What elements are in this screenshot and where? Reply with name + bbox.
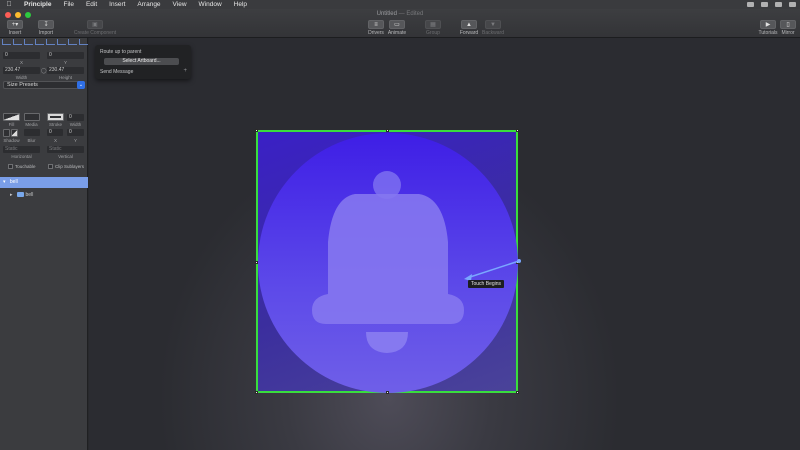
touch-begins-label[interactable]: Touch Begins — [468, 280, 505, 288]
interaction-link[interactable] — [0, 0, 800, 450]
